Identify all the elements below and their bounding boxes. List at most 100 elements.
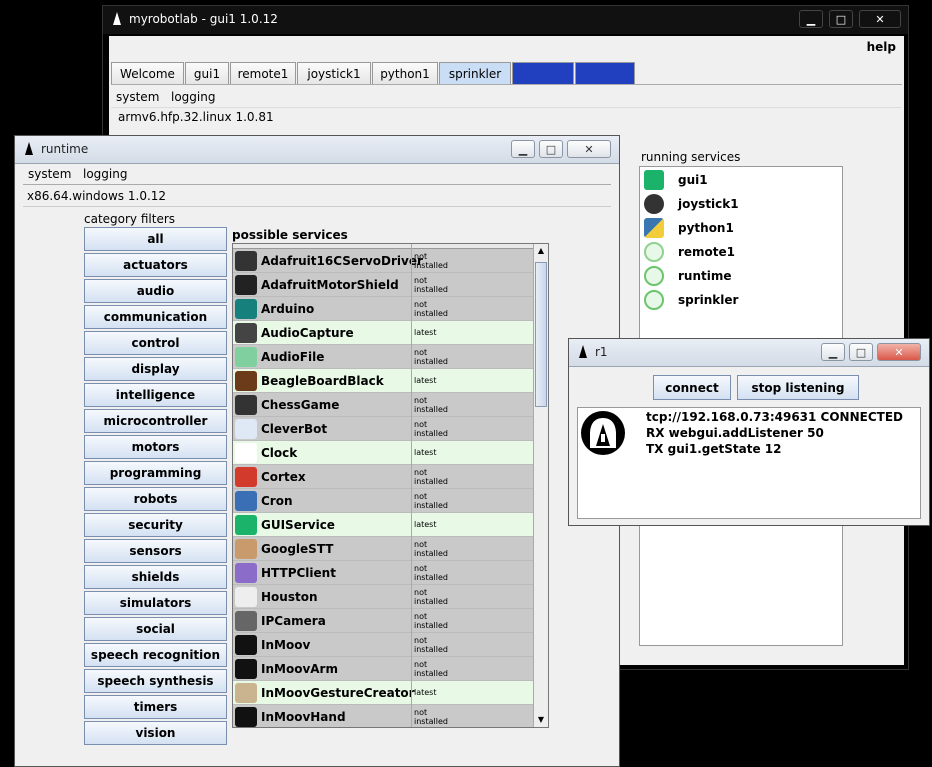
- category-filter-button[interactable]: control: [84, 331, 227, 355]
- running-service-item[interactable]: python1: [642, 217, 842, 239]
- restore-button[interactable]: □: [849, 343, 873, 361]
- scrollbar-thumb[interactable]: [535, 262, 547, 407]
- running-service-item[interactable]: gui1: [642, 169, 842, 191]
- category-filter-button[interactable]: speech recognition: [84, 643, 227, 667]
- category-filter-button[interactable]: robots: [84, 487, 227, 511]
- category-filters-label: category filters: [84, 212, 176, 226]
- category-filter-button[interactable]: audio: [84, 279, 227, 303]
- category-filter-button[interactable]: intelligence: [84, 383, 227, 407]
- table-row[interactable]: GUIService latest: [233, 513, 533, 537]
- column-divider: [411, 244, 412, 727]
- main-titlebar[interactable]: myrobotlab - gui1 1.0.12 ▁ □ ✕: [103, 6, 908, 34]
- table-row[interactable]: HTTPClient not installed: [233, 561, 533, 585]
- status-line: not: [414, 636, 428, 645]
- table-row[interactable]: Adafruit16CServoDriver not installed: [233, 249, 533, 273]
- category-filter-button[interactable]: security: [84, 513, 227, 537]
- tab-arduino[interactable]: arduino: [512, 62, 574, 84]
- table-row[interactable]: ChessGame not installed: [233, 393, 533, 417]
- status-line: installed: [414, 621, 448, 630]
- vertical-scrollbar[interactable]: ▲ ▼: [533, 244, 548, 727]
- runtime-titlebar[interactable]: runtime ▁ □ ✕: [15, 136, 619, 164]
- table-row[interactable]: Arduino not installed: [233, 297, 533, 321]
- system-menu[interactable]: system: [28, 167, 71, 181]
- system-menu[interactable]: system: [116, 90, 159, 104]
- runtime-window: runtime ▁ □ ✕ system logging x86.64.wind…: [14, 135, 620, 767]
- category-filter-button[interactable]: simulators: [84, 591, 227, 615]
- help-menu[interactable]: help: [867, 40, 896, 54]
- logging-menu[interactable]: logging: [171, 90, 215, 104]
- service-status: not installed: [414, 348, 454, 366]
- category-filter-button[interactable]: programming: [84, 461, 227, 485]
- tab-joystick1[interactable]: joystick1: [297, 62, 371, 84]
- tab-sprinkler[interactable]: sprinkler: [439, 62, 511, 84]
- scroll-up-icon[interactable]: ▲: [534, 244, 548, 258]
- table-row[interactable]: InMoov not installed: [233, 633, 533, 657]
- gui-service-icon: [235, 515, 257, 535]
- running-service-item[interactable]: runtime: [642, 265, 842, 287]
- service-name: InMoovArm: [261, 662, 338, 676]
- category-filter-button[interactable]: speech synthesis: [84, 669, 227, 693]
- running-service-item[interactable]: remote1: [642, 241, 842, 263]
- cortex-icon: [235, 467, 257, 487]
- category-filter-button[interactable]: timers: [84, 695, 227, 719]
- category-filter-button[interactable]: communication: [84, 305, 227, 329]
- table-row[interactable]: Cron not installed: [233, 489, 533, 513]
- stop-listening-button[interactable]: stop listening: [737, 375, 859, 400]
- table-row[interactable]: InMoovGestureCreator latest: [233, 681, 533, 705]
- status-line: installed: [414, 597, 448, 606]
- category-filter-button[interactable]: actuators: [84, 253, 227, 277]
- category-filter-button[interactable]: vision: [84, 721, 227, 745]
- category-filter-button[interactable]: motors: [84, 435, 227, 459]
- service-name: Adafruit16CServoDriver: [261, 254, 423, 268]
- table-row[interactable]: AudioFile not installed: [233, 345, 533, 369]
- category-filter-button[interactable]: all: [84, 227, 227, 251]
- tab-webgui[interactable]: webgui: [575, 62, 635, 84]
- close-button[interactable]: ✕: [877, 343, 921, 361]
- table-row[interactable]: Cortex not installed: [233, 465, 533, 489]
- category-filter-button[interactable]: display: [84, 357, 227, 381]
- service-status: not installed: [414, 276, 454, 294]
- category-filter-button[interactable]: microcontroller: [84, 409, 227, 433]
- close-button[interactable]: ✕: [859, 10, 901, 28]
- table-row[interactable]: Houston not installed: [233, 585, 533, 609]
- clock-icon: [235, 443, 257, 463]
- table-row[interactable]: InMoovHand not installed: [233, 705, 533, 727]
- running-service-item[interactable]: sprinkler: [642, 289, 842, 311]
- status-line: installed: [414, 717, 448, 726]
- tab-welcome[interactable]: Welcome: [111, 62, 184, 84]
- table-row[interactable]: AdafruitMotorShield not installed: [233, 273, 533, 297]
- connect-button[interactable]: connect: [653, 375, 731, 400]
- tab-python1[interactable]: python1: [372, 62, 438, 84]
- category-filter-button[interactable]: sensors: [84, 539, 227, 563]
- robot-icon: [111, 11, 123, 27]
- tab-remote1[interactable]: remote1: [230, 62, 296, 84]
- possible-services-list[interactable]: Adafruit16CServoDriver not installed Adafru…: [232, 243, 549, 728]
- scroll-down-icon[interactable]: ▼: [534, 713, 548, 727]
- table-row[interactable]: InMoovArm not installed: [233, 657, 533, 681]
- cleverbot-icon: [235, 419, 257, 439]
- table-row[interactable]: GoogleSTT not installed: [233, 537, 533, 561]
- table-row[interactable]: Clock latest: [233, 441, 533, 465]
- table-row[interactable]: CleverBot not installed: [233, 417, 533, 441]
- table-row[interactable]: BeagleBoardBlack latest: [233, 369, 533, 393]
- status-line: not: [414, 396, 428, 405]
- table-row[interactable]: IPCamera not installed: [233, 609, 533, 633]
- status-line: not: [414, 612, 428, 621]
- r1-titlebar[interactable]: r1 ▁ □ ✕: [569, 339, 929, 367]
- minimize-button[interactable]: ▁: [799, 10, 823, 28]
- category-filter-button[interactable]: shields: [84, 565, 227, 589]
- http-icon: [235, 563, 257, 583]
- table-row[interactable]: AudioCapture latest: [233, 321, 533, 345]
- maximize-button[interactable]: □: [829, 10, 853, 28]
- category-filter-button[interactable]: social: [84, 617, 227, 641]
- running-service-item[interactable]: joystick1: [642, 193, 842, 215]
- minimize-button[interactable]: ▁: [821, 343, 845, 361]
- status-line: installed: [414, 501, 448, 510]
- minimize-button[interactable]: ▁: [511, 140, 535, 158]
- restore-button[interactable]: □: [539, 140, 563, 158]
- logging-menu[interactable]: logging: [83, 167, 127, 181]
- close-button[interactable]: ✕: [567, 140, 611, 158]
- audio-file-icon: [235, 347, 257, 367]
- log-line: tcp://192.168.0.73:49631 CONNECTED: [646, 410, 903, 424]
- tab-gui1[interactable]: gui1: [185, 62, 229, 84]
